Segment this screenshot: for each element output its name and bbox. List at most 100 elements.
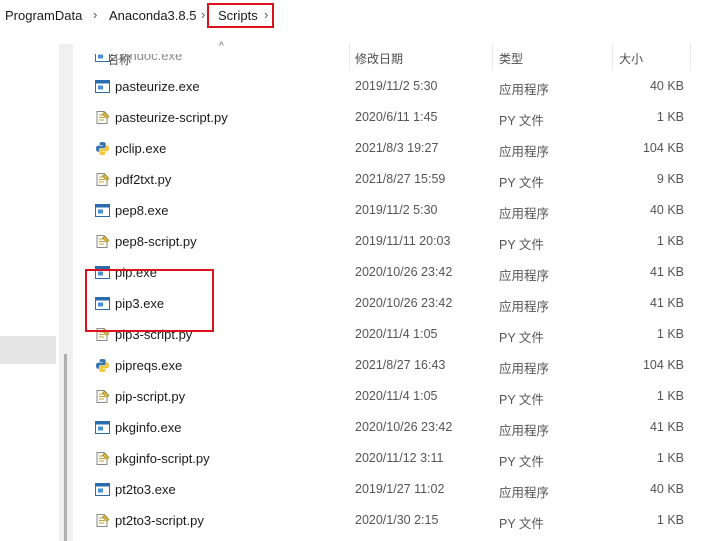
file-size: 41 KB [649, 265, 684, 279]
file-type: PY 文件 [499, 114, 544, 128]
file-size: 1 KB [656, 327, 684, 341]
nav-selected-item[interactable] [0, 336, 56, 364]
file-name: pep8.exe [115, 203, 169, 218]
python-script-icon [95, 327, 110, 342]
file-type: 应用程序 [499, 300, 550, 314]
python-script-icon [95, 172, 110, 187]
file-row[interactable]: pip3.exe 2020/10/26 23:42 应用程序 41 KB [86, 288, 686, 319]
file-name: pip.exe [115, 265, 157, 280]
exe-window-icon [95, 54, 110, 63]
file-size: 41 KB [649, 420, 684, 434]
file-modified-date: 2020/11/12 3:11 [355, 451, 444, 465]
python-script-icon [95, 451, 110, 466]
file-type: PY 文件 [499, 517, 544, 531]
file-type: 应用程序 [499, 362, 550, 376]
file-type: 应用程序 [499, 269, 550, 283]
highlight-annotation-box [207, 3, 274, 28]
file-type: 应用程序 [499, 145, 550, 159]
exe-window-icon [95, 420, 110, 435]
file-name: pip3-script.py [115, 327, 193, 342]
file-type: 应用程序 [499, 207, 550, 221]
python-script-icon [95, 513, 110, 528]
file-row[interactable]: pdf2txt.py 2021/8/27 15:59 PY 文件 9 KB [86, 164, 686, 195]
file-size: 1 KB [656, 451, 684, 465]
file-row[interactable]: pt2to3.exe 2019/1/27 11:02 应用程序 40 KB [86, 474, 686, 505]
exe-window-icon [95, 79, 110, 94]
python-script-icon [95, 110, 110, 125]
file-row[interactable]: pep8-script.py 2019/11/11 20:03 PY 文件 1 KB [86, 226, 686, 257]
python-script-icon [95, 234, 110, 249]
file-modified-date: 2020/10/26 23:42 [355, 265, 453, 279]
breadcrumb-chevron-icon[interactable]: › [201, 7, 205, 22]
file-modified-date: 2019/11/2 5:30 [355, 203, 438, 217]
exe-window-icon [95, 203, 110, 218]
file-row[interactable]: pandoc.exe [86, 54, 686, 71]
address-breadcrumb: ProgramData › Anaconda3.8.5 › Scripts › [0, 0, 724, 32]
file-row[interactable]: pclip.exe 2021/8/3 19:27 应用程序 104 KB [86, 133, 686, 164]
file-name: pdf2txt.py [115, 172, 172, 187]
file-size: 1 KB [656, 234, 684, 248]
file-name: pclip.exe [115, 141, 167, 156]
file-modified-date: 2019/1/27 11:02 [355, 482, 445, 496]
file-modified-date: 2021/8/27 15:59 [355, 172, 446, 186]
exe-window-icon [95, 265, 110, 280]
file-name: pkginfo-script.py [115, 451, 210, 466]
file-type: PY 文件 [499, 238, 544, 252]
file-size: 104 KB [642, 141, 684, 155]
file-modified-date: 2020/6/11 1:45 [355, 110, 438, 124]
file-name: pip3.exe [115, 296, 165, 311]
python-app-icon [95, 358, 110, 373]
file-modified-date: 2021/8/3 19:27 [355, 141, 439, 155]
sort-ascending-icon[interactable]: ^ [219, 41, 224, 52]
file-size: 104 KB [642, 358, 684, 372]
breadcrumb-chevron-icon[interactable]: › [93, 7, 97, 22]
file-name: pasteurize-script.py [115, 110, 228, 125]
file-size: 40 KB [649, 79, 684, 93]
file-row[interactable]: pip-script.py 2020/11/4 1:05 PY 文件 1 KB [86, 381, 686, 412]
navigation-pane[interactable] [0, 32, 60, 541]
exe-window-icon [95, 482, 110, 497]
file-list[interactable]: pandoc.exe pasteurize.exe 2019/11/2 5:30 应用… [86, 54, 724, 541]
file-modified-date: 2019/11/11 20:03 [355, 234, 451, 248]
file-modified-date: 2020/10/26 23:42 [355, 420, 453, 434]
file-row[interactable]: pipreqs.exe 2021/8/27 16:43 应用程序 104 KB [86, 350, 686, 381]
file-name: pt2to3-script.py [115, 513, 204, 528]
exe-window-icon [95, 296, 110, 311]
file-row[interactable]: pip.exe 2020/10/26 23:42 应用程序 41 KB [86, 257, 686, 288]
file-modified-date: 2020/11/4 1:05 [355, 389, 438, 403]
file-type: 应用程序 [499, 83, 550, 97]
file-name: pep8-script.py [115, 234, 197, 249]
file-row[interactable]: pkginfo-script.py 2020/11/12 3:11 PY 文件 1 K… [86, 443, 686, 474]
file-size: 40 KB [649, 482, 684, 496]
file-size: 1 KB [656, 513, 684, 527]
file-type: PY 文件 [499, 455, 544, 469]
file-row[interactable]: pip3-script.py 2020/11/4 1:05 PY 文件 1 KB [86, 319, 686, 350]
file-size: 40 KB [649, 203, 684, 217]
file-row[interactable]: pasteurize.exe 2019/11/2 5:30 应用程序 40 KB [86, 71, 686, 102]
file-modified-date: 2020/11/4 1:05 [355, 327, 438, 341]
file-size: 1 KB [656, 110, 684, 124]
file-type: PY 文件 [499, 331, 544, 345]
file-name: pipreqs.exe [115, 358, 183, 373]
file-modified-date: 2020/1/30 2:15 [355, 513, 439, 527]
file-modified-date: 2021/8/27 16:43 [355, 358, 446, 372]
file-row[interactable]: pkginfo.exe 2020/10/26 23:42 应用程序 41 KB [86, 412, 686, 443]
file-type: 应用程序 [499, 486, 550, 500]
file-modified-date: 2020/10/26 23:42 [355, 296, 453, 310]
file-size: 1 KB [656, 389, 684, 403]
file-name: pkginfo.exe [115, 420, 182, 435]
file-name: pt2to3.exe [115, 482, 176, 497]
file-row[interactable]: pasteurize-script.py 2020/6/11 1:45 PY 文件 1… [86, 102, 686, 133]
file-row[interactable]: pep8.exe 2019/11/2 5:30 应用程序 40 KB [86, 195, 686, 226]
breadcrumb-programdata[interactable]: ProgramData [5, 8, 82, 23]
python-script-icon [95, 389, 110, 404]
file-type: PY 文件 [499, 393, 544, 407]
breadcrumb-anaconda[interactable]: Anaconda3.8.5 [109, 8, 196, 23]
file-row[interactable]: pt2to3-script.py 2020/1/30 2:15 PY 文件 1 KB [86, 505, 686, 536]
nav-scrollbar-thumb[interactable] [64, 354, 67, 541]
file-size: 9 KB [656, 172, 684, 186]
file-type: 应用程序 [499, 424, 550, 438]
file-size: 41 KB [649, 296, 684, 310]
file-type: PY 文件 [499, 176, 544, 190]
file-name: pandoc.exe [115, 54, 183, 63]
